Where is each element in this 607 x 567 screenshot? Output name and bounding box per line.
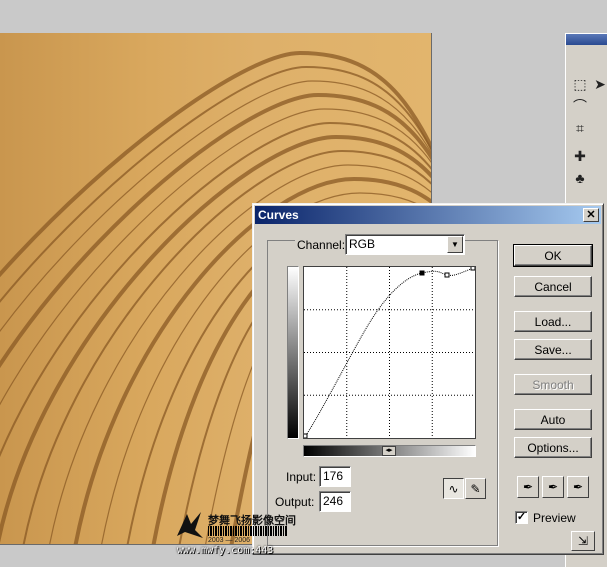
auto-label: Auto — [540, 412, 566, 427]
input-label: Input: — [286, 470, 317, 484]
lasso-icon[interactable]: ⌒ — [570, 96, 590, 116]
white-eyedropper-icon[interactable]: ✒ — [567, 476, 589, 498]
channel-label: Channel: — [295, 238, 348, 252]
input-value: 176 — [323, 469, 344, 483]
marquee-icon[interactable]: ⬚ — [570, 74, 590, 94]
options-label: Options... — [527, 440, 579, 455]
ok-button[interactable]: OK — [513, 244, 593, 267]
curve-tool-icon[interactable]: ∿ — [443, 478, 464, 499]
palette-titlebar[interactable] — [566, 34, 607, 45]
save-button[interactable]: Save... — [514, 339, 592, 360]
move-icon[interactable]: ➤ — [590, 74, 607, 94]
watermark: 梦舞飞扬影像空间 2003 — 2006 www.mwfy.com:443 — [175, 510, 305, 560]
watermark-barcode — [208, 526, 288, 536]
curve-point-2 — [444, 272, 450, 278]
curve-svg[interactable] — [302, 265, 476, 439]
output-label: Output: — [275, 495, 315, 509]
channel-select[interactable]: RGB ▼ — [345, 234, 465, 255]
output-value: 246 — [323, 494, 344, 508]
dialog-titlebar[interactable]: Curves ✕ — [255, 206, 601, 224]
load-label: Load... — [534, 314, 572, 329]
healing-icon[interactable]: ✚ — [570, 146, 590, 166]
cancel-button[interactable]: Cancel — [514, 276, 592, 297]
pencil-tool-icon[interactable]: ✎ — [465, 478, 486, 499]
input-gradient-bar[interactable]: ◂▸ — [303, 445, 476, 457]
output-gradient-bar — [287, 266, 299, 439]
watermark-years: 2003 — 2006 — [208, 537, 251, 544]
options-button[interactable]: Options... — [514, 437, 592, 458]
preview-label: Preview — [533, 511, 576, 525]
curve-point-active — [419, 270, 425, 276]
dropdown-arrow-icon[interactable]: ▼ — [447, 236, 463, 253]
save-label: Save... — [534, 342, 572, 357]
ok-label: OK — [544, 248, 562, 263]
load-button[interactable]: Load... — [514, 311, 592, 332]
dialog-title: Curves — [258, 208, 299, 222]
smooth-label: Smooth — [532, 377, 574, 392]
channel-value: RGB — [349, 237, 376, 251]
expand-icon[interactable]: ⇲ — [571, 531, 595, 551]
smooth-button: Smooth — [514, 374, 592, 395]
cancel-label: Cancel — [534, 279, 572, 294]
watermark-url: www.mwfy.com:443 — [177, 545, 274, 556]
input-field[interactable]: 176 — [319, 466, 351, 487]
preview-checkbox[interactable]: ✓ — [515, 511, 528, 524]
curve-graph[interactable] — [302, 265, 476, 439]
gray-eyedropper-icon[interactable]: ✒ — [542, 476, 564, 498]
close-icon[interactable]: ✕ — [583, 208, 599, 222]
stamp-icon[interactable]: ♣ — [570, 168, 590, 188]
gradient-toggle-icon[interactable]: ◂▸ — [382, 446, 396, 456]
crop-icon[interactable]: ⌗ — [570, 118, 590, 138]
black-eyedropper-icon[interactable]: ✒ — [517, 476, 539, 498]
curve-point-black — [302, 433, 308, 439]
output-field[interactable]: 246 — [319, 491, 351, 512]
watermark-logo-icon — [177, 512, 203, 538]
auto-button[interactable]: Auto — [514, 409, 592, 430]
curves-dialog: Curves ✕ Channel: RGB ▼ ◂▸ Input: 176 Ou… — [252, 203, 604, 555]
curve-point-white — [470, 265, 476, 271]
